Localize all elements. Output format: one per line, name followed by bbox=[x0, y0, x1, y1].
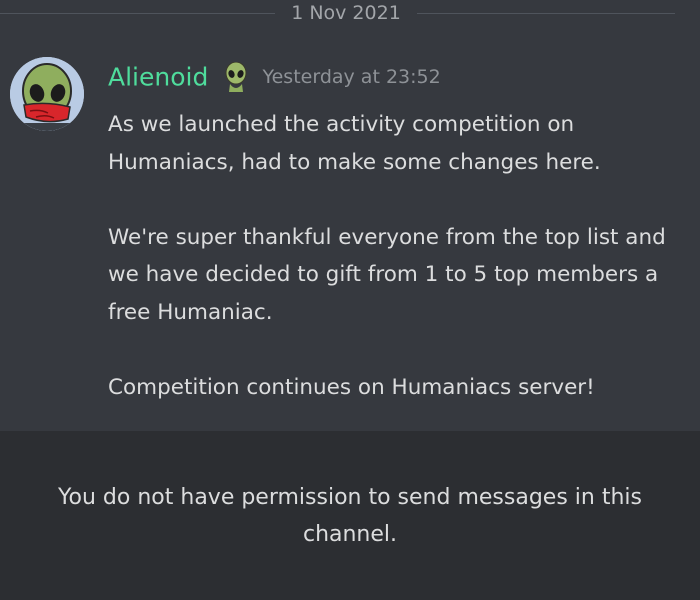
message-composer-disabled: You do not have permission to send messa… bbox=[0, 431, 700, 600]
date-divider: 1 Nov 2021 bbox=[0, 0, 700, 28]
message-paragraph: As we launched the activity competition … bbox=[108, 112, 601, 175]
no-permission-notice: You do not have permission to send messa… bbox=[58, 485, 642, 547]
message-paragraph: Competition continues on Humaniacs serve… bbox=[108, 374, 595, 400]
alien-icon[interactable] bbox=[223, 61, 249, 92]
date-divider-label: 1 Nov 2021 bbox=[291, 2, 401, 24]
author-username[interactable]: Alienoid bbox=[108, 63, 208, 92]
avatar[interactable] bbox=[10, 57, 84, 131]
message-list[interactable]: 1 Nov 2021 Alienoid Yesterday at 23:52 A… bbox=[0, 0, 700, 431]
message-content: As we launched the activity competition … bbox=[108, 106, 683, 406]
alien-avatar-icon bbox=[10, 57, 84, 131]
message-paragraph: We're super thankful everyone from the t… bbox=[108, 224, 666, 325]
divider-line bbox=[417, 13, 675, 14]
message-timestamp: Yesterday at 23:52 bbox=[262, 66, 441, 88]
divider-line bbox=[0, 13, 275, 14]
message-header: Alienoid Yesterday at 23:52 bbox=[108, 61, 441, 98]
